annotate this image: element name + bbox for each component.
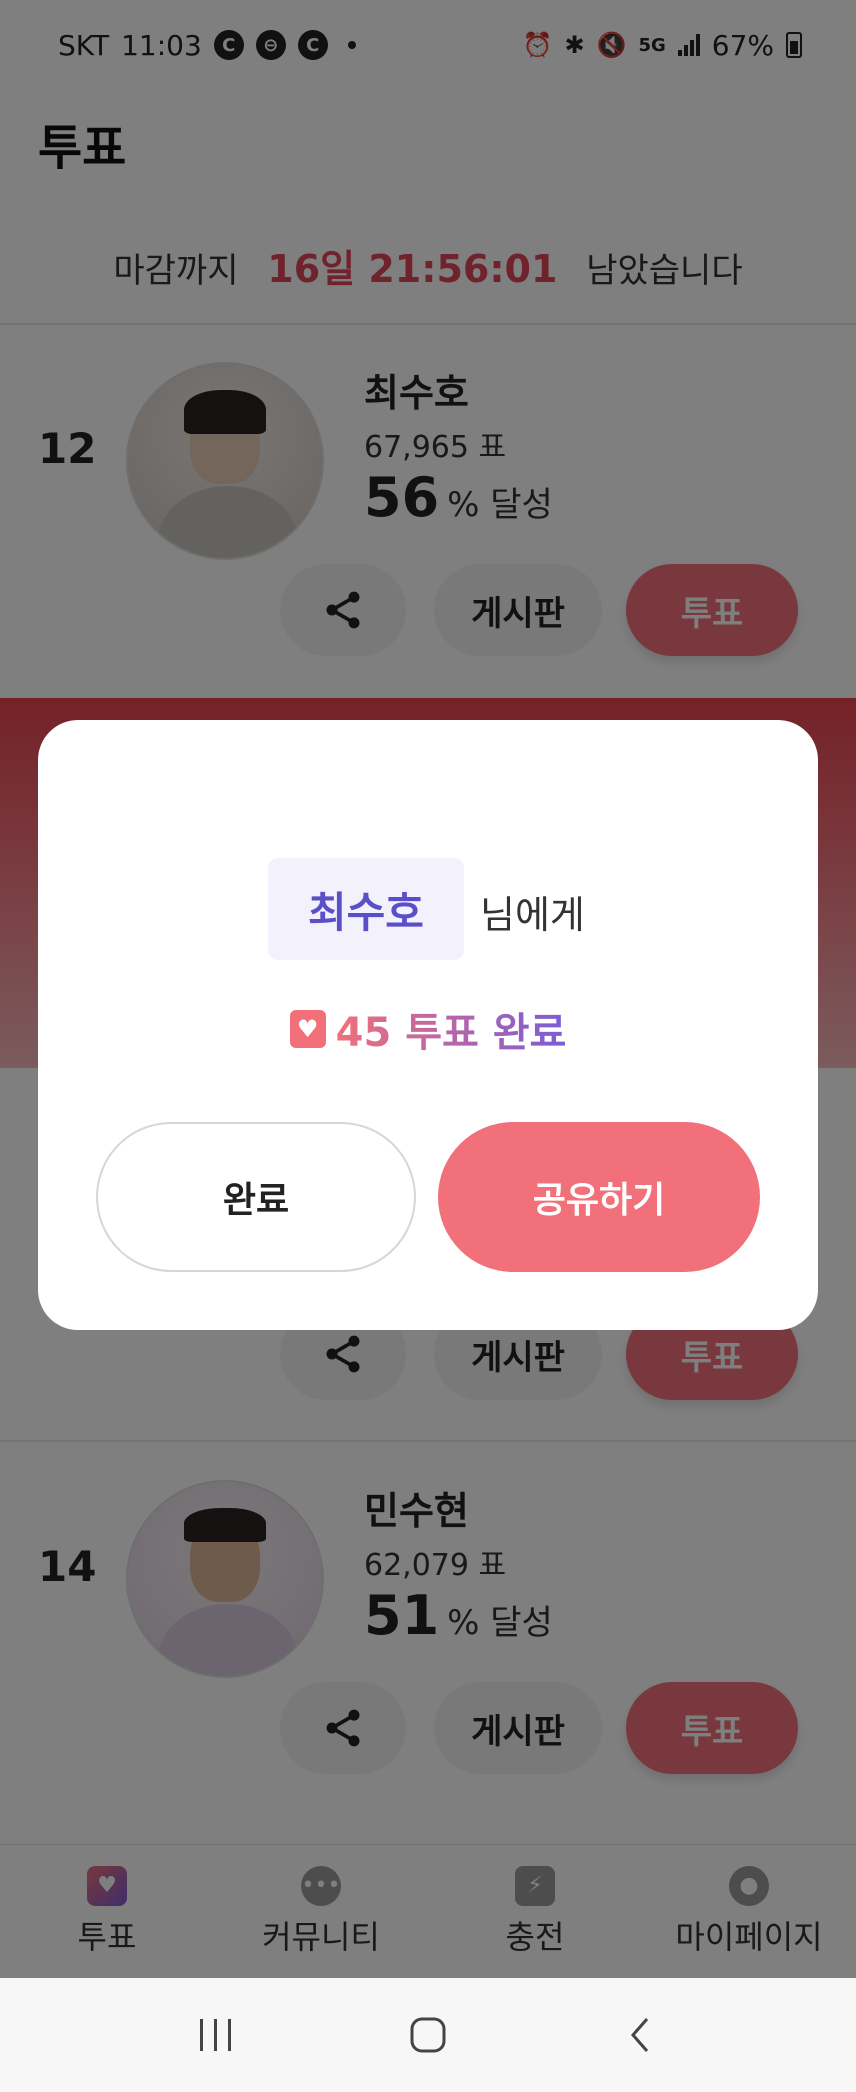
recent-apps-button[interactable]: [186, 2005, 246, 2065]
vote-complete-dialog: 최수호 님에게 ♥ 45 투표 완료 완료 공유하기: [38, 720, 818, 1330]
back-icon: [631, 2018, 649, 2052]
share-dialog-button[interactable]: 공유하기: [438, 1122, 760, 1272]
home-button[interactable]: [398, 2005, 458, 2065]
done-button[interactable]: 완료: [96, 1122, 416, 1272]
dialog-name-suffix: 님에게: [480, 893, 585, 937]
home-icon: [410, 2017, 446, 2053]
heart-icon: ♥: [289, 1010, 326, 1048]
dialog-candidate-name: 최수호: [268, 858, 464, 960]
back-button[interactable]: [610, 2005, 670, 2065]
recent-apps-icon: [200, 2019, 231, 2051]
system-nav-bar: [0, 1978, 856, 2092]
dialog-result: ♥ 45 투표 완료: [38, 1000, 818, 1058]
dialog-result-text: 45 투표 완료: [336, 1000, 567, 1058]
